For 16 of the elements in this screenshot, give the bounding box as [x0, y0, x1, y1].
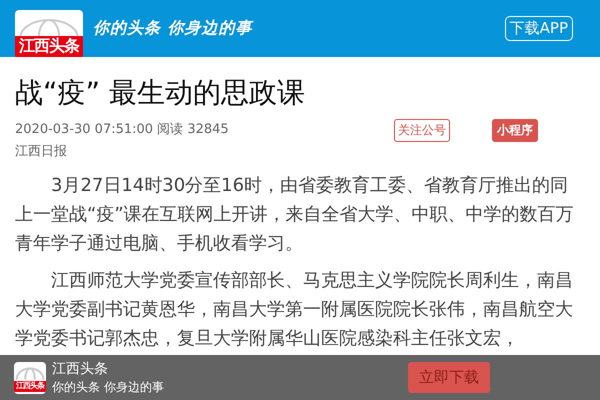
- logo-text: 江西头条: [15, 36, 83, 57]
- slogan: 你的头条 你身边的事: [93, 18, 253, 39]
- article-paragraph: 3月27日14时30分至16时，由省委教育工委、省教育厅推出的同上一堂战“疫”课在互联网上开讲，来自全省大学、中职、中学的数百万青年学子通过电脑、手机收看学习。: [15, 174, 575, 256]
- globe-icon: [16, 366, 44, 380]
- article-paragraph: 江西师范大学党委宣传部部长、马克思主义学院院长周利生，南昌大学党委副书记黄恩华，南昌大学第一附属医院院长张伟，南昌航空大学党委书记郭杰忠，复旦大学附属华山医院感染科主任张文宏，: [15, 269, 574, 351]
- follow-button[interactable]: 关注公号: [394, 119, 450, 142]
- banner-subtitle: 你的头条 你身边的事: [52, 378, 164, 396]
- logo-text: 江西头条: [14, 381, 46, 392]
- article-meta: 2020-03-30 07:51:00 阅读 32845: [15, 121, 229, 139]
- download-now-button[interactable]: 立即下载: [408, 362, 490, 393]
- article-source: 江西日报: [15, 143, 68, 161]
- article-title: 战“疫” 最生动的思政课: [15, 75, 306, 111]
- banner-title: 江西头条: [52, 360, 109, 378]
- mini-program-button[interactable]: 小程序: [492, 119, 538, 142]
- globe-icon: [19, 19, 79, 38]
- download-app-button[interactable]: 下载APP: [504, 16, 573, 41]
